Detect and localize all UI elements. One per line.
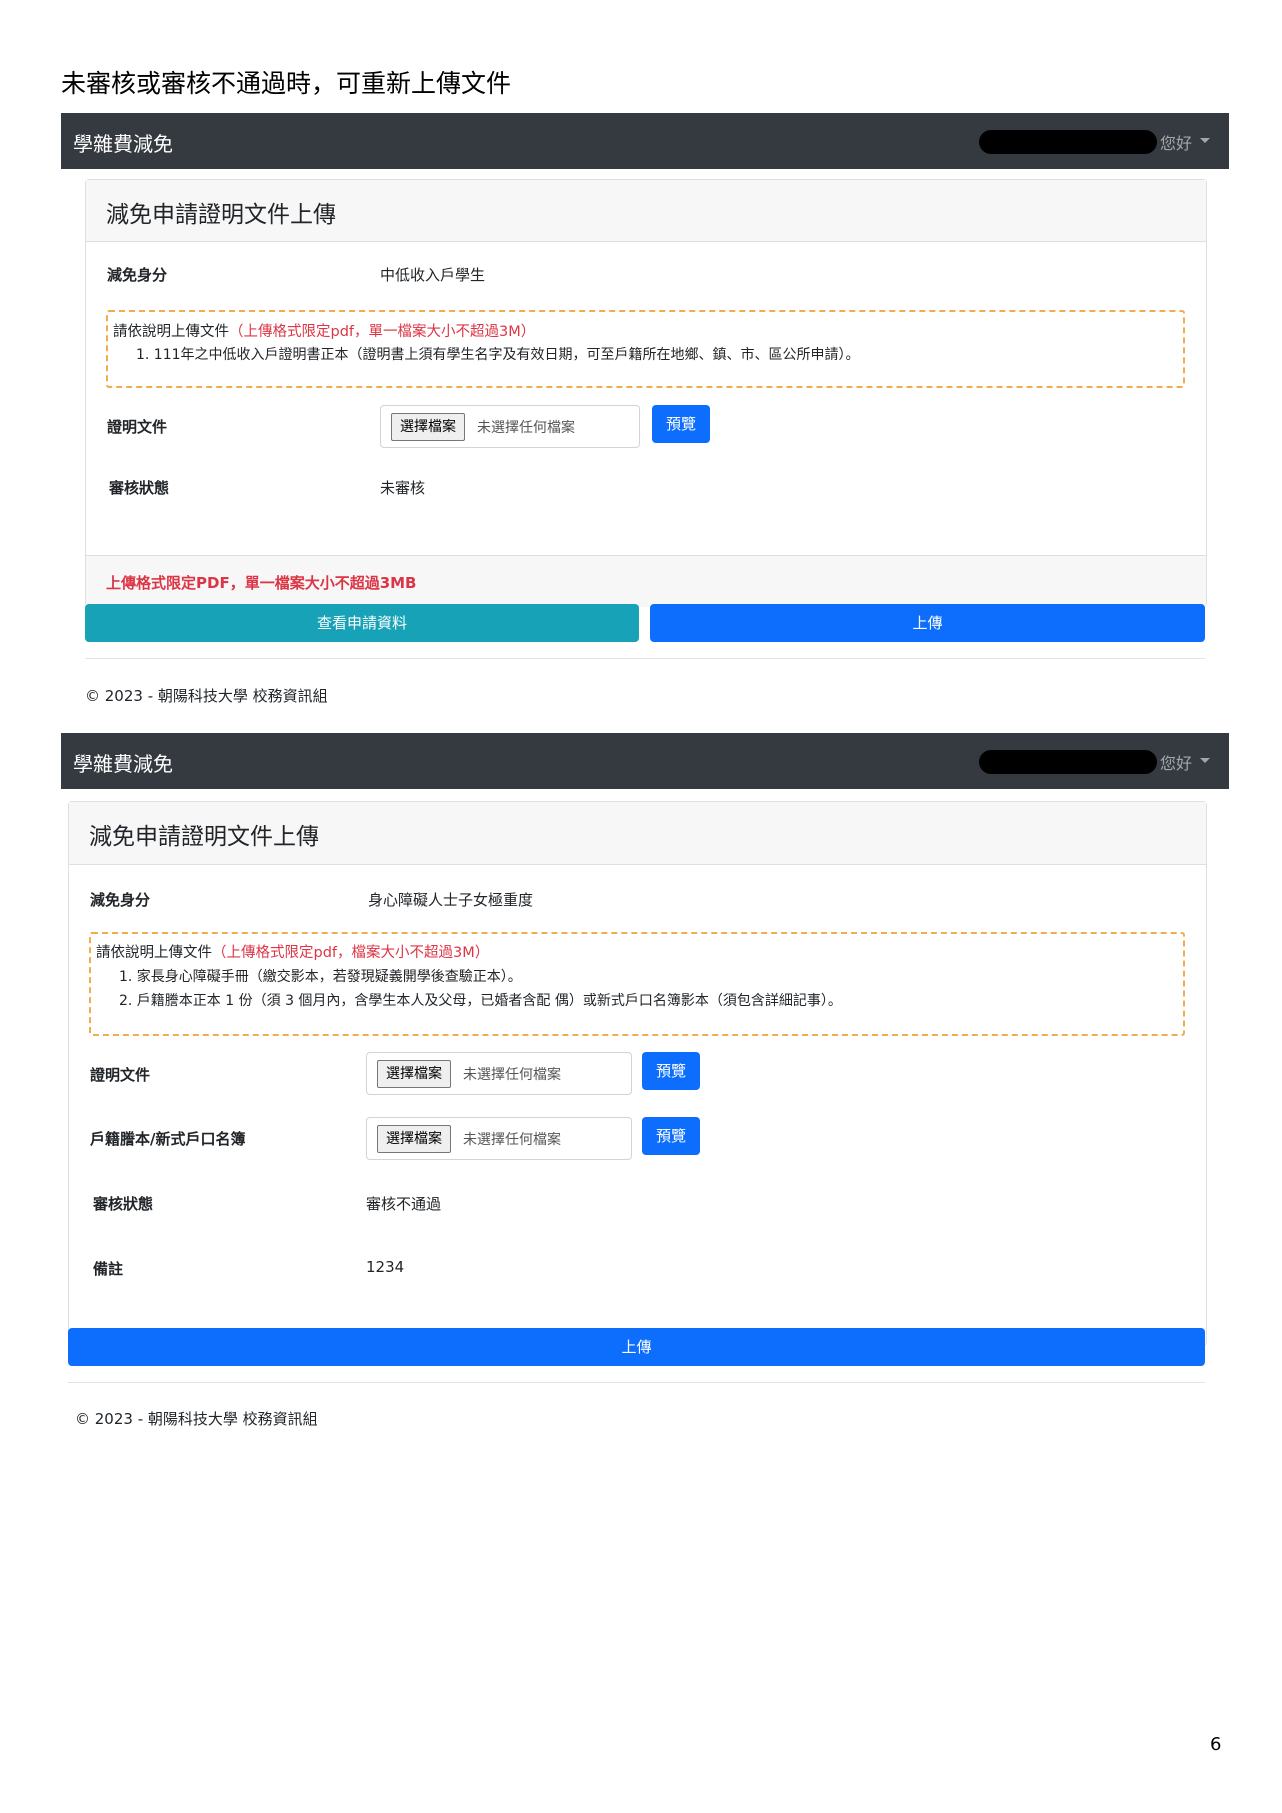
preview-button[interactable]: 預覽	[642, 1052, 700, 1090]
instructions-prefix: 請依說明上傳文件	[96, 945, 212, 961]
chevron-down-icon[interactable]	[1200, 758, 1210, 763]
card-title: 減免申請證明文件上傳	[106, 202, 336, 228]
status-value: 未審核	[380, 479, 426, 497]
file-status: 未選擇任何檔案	[463, 1132, 561, 1148]
card-header: 減免申請證明文件上傳	[86, 180, 1206, 242]
screenshot-pending: 學雜費減免 您好 減免申請證明文件上傳 減免身分 中低收入戶學生 請依說明上傳文…	[61, 113, 1229, 713]
instructions-prefix: 請依說明上傳文件	[113, 324, 229, 340]
instructions-format-limit: （上傳格式限定pdf，檔案大小不超過3M）	[212, 945, 490, 961]
redacted-username	[979, 130, 1157, 154]
proof-file-input[interactable]: 選擇檔案 未選擇任何檔案	[380, 405, 640, 448]
upload-card: 減免申請證明文件上傳 減免身分 中低收入戶學生 請依說明上傳文件（上傳格式限定p…	[85, 179, 1207, 607]
identity-value: 中低收入戶學生	[380, 266, 486, 284]
upload-instructions: 請依說明上傳文件（上傳格式限定pdf，單一檔案大小不超過3M） 1. 111年之…	[106, 310, 1185, 388]
status-value: 審核不通過	[366, 1195, 442, 1213]
page-number: 6	[1210, 1734, 1222, 1755]
upload-button[interactable]: 上傳	[68, 1328, 1205, 1366]
status-label: 審核狀態	[93, 1195, 154, 1213]
footer-copyright: © 2023 - 朝陽科技大學 校務資訊組	[85, 687, 328, 705]
choose-file-button[interactable]: 選擇檔案	[391, 413, 465, 441]
navbar: 學雜費減免 您好	[61, 733, 1229, 789]
instruction-item: 2. 戶籍謄本正本 1 份（須 3 個月內，含學生本人及父母，已婚者含配 偶）或…	[119, 993, 842, 1009]
user-menu-greeting[interactable]: 您好	[1160, 130, 1192, 154]
status-label: 審核狀態	[109, 479, 170, 497]
instructions-heading: 請依說明上傳文件（上傳格式限定pdf，單一檔案大小不超過3M）	[113, 320, 535, 341]
file-status: 未選擇任何檔案	[477, 420, 575, 436]
footer-copyright: © 2023 - 朝陽科技大學 校務資訊組	[75, 1410, 318, 1428]
upload-card: 減免申請證明文件上傳 減免身分 身心障礙人士子女極重度 請依說明上傳文件（上傳格…	[68, 801, 1207, 1346]
identity-label: 減免身分	[107, 266, 168, 284]
navbar-brand[interactable]: 學雜費減免	[73, 128, 173, 157]
chevron-down-icon[interactable]	[1200, 138, 1210, 143]
document-heading: 未審核或審核不通過時，可重新上傳文件	[61, 69, 512, 98]
divider	[85, 658, 1205, 659]
identity-value: 身心障礙人士子女極重度	[368, 891, 534, 909]
remark-label: 備註	[93, 1260, 124, 1278]
divider	[68, 1382, 1205, 1383]
household-file-input[interactable]: 選擇檔案 未選擇任何檔案	[366, 1117, 632, 1160]
file-status: 未選擇任何檔案	[463, 1067, 561, 1083]
card-footer: 上傳格式限定PDF，單一檔案大小不超過3MB	[86, 555, 1206, 607]
footer-format-note: 上傳格式限定PDF，單一檔案大小不超過3MB	[106, 574, 417, 592]
upload-instructions: 請依說明上傳文件（上傳格式限定pdf，檔案大小不超過3M） 1. 家長身心障礙手…	[89, 932, 1185, 1036]
instruction-item: 1. 111年之中低收入戶證明書正本（證明書上須有學生名字及有效日期，可至戶籍所…	[136, 347, 860, 363]
preview-button[interactable]: 預覽	[642, 1117, 700, 1155]
card-header: 減免申請證明文件上傳	[69, 802, 1206, 865]
redacted-username	[979, 750, 1157, 774]
instruction-item: 1. 家長身心障礙手冊（繳交影本，若發現疑義開學後查驗正本）。	[119, 969, 522, 985]
screenshot-rejected: 學雜費減免 您好 減免申請證明文件上傳 減免身分 身心障礙人士子女極重度 請依說…	[61, 733, 1229, 1433]
remark-value: 1234	[366, 1258, 405, 1276]
instructions-heading: 請依說明上傳文件（上傳格式限定pdf，檔案大小不超過3M）	[96, 941, 489, 962]
proof-label: 證明文件	[90, 1066, 151, 1084]
navbar-brand[interactable]: 學雜費減免	[73, 748, 173, 777]
choose-file-button[interactable]: 選擇檔案	[377, 1125, 451, 1153]
preview-button[interactable]: 預覽	[652, 405, 710, 443]
user-menu-greeting[interactable]: 您好	[1160, 750, 1192, 774]
proof-label: 證明文件	[107, 418, 168, 436]
upload-button[interactable]: 上傳	[650, 604, 1205, 642]
identity-label: 減免身分	[90, 891, 151, 909]
proof-file-input[interactable]: 選擇檔案 未選擇任何檔案	[366, 1052, 632, 1095]
card-title: 減免申請證明文件上傳	[89, 824, 319, 850]
instructions-format-limit: （上傳格式限定pdf，單一檔案大小不超過3M）	[229, 324, 536, 340]
navbar: 學雜費減免 您好	[61, 113, 1229, 169]
choose-file-button[interactable]: 選擇檔案	[377, 1060, 451, 1088]
view-application-button[interactable]: 查看申請資料	[85, 604, 639, 642]
household-register-label: 戶籍謄本/新式戶口名簿	[90, 1130, 246, 1148]
